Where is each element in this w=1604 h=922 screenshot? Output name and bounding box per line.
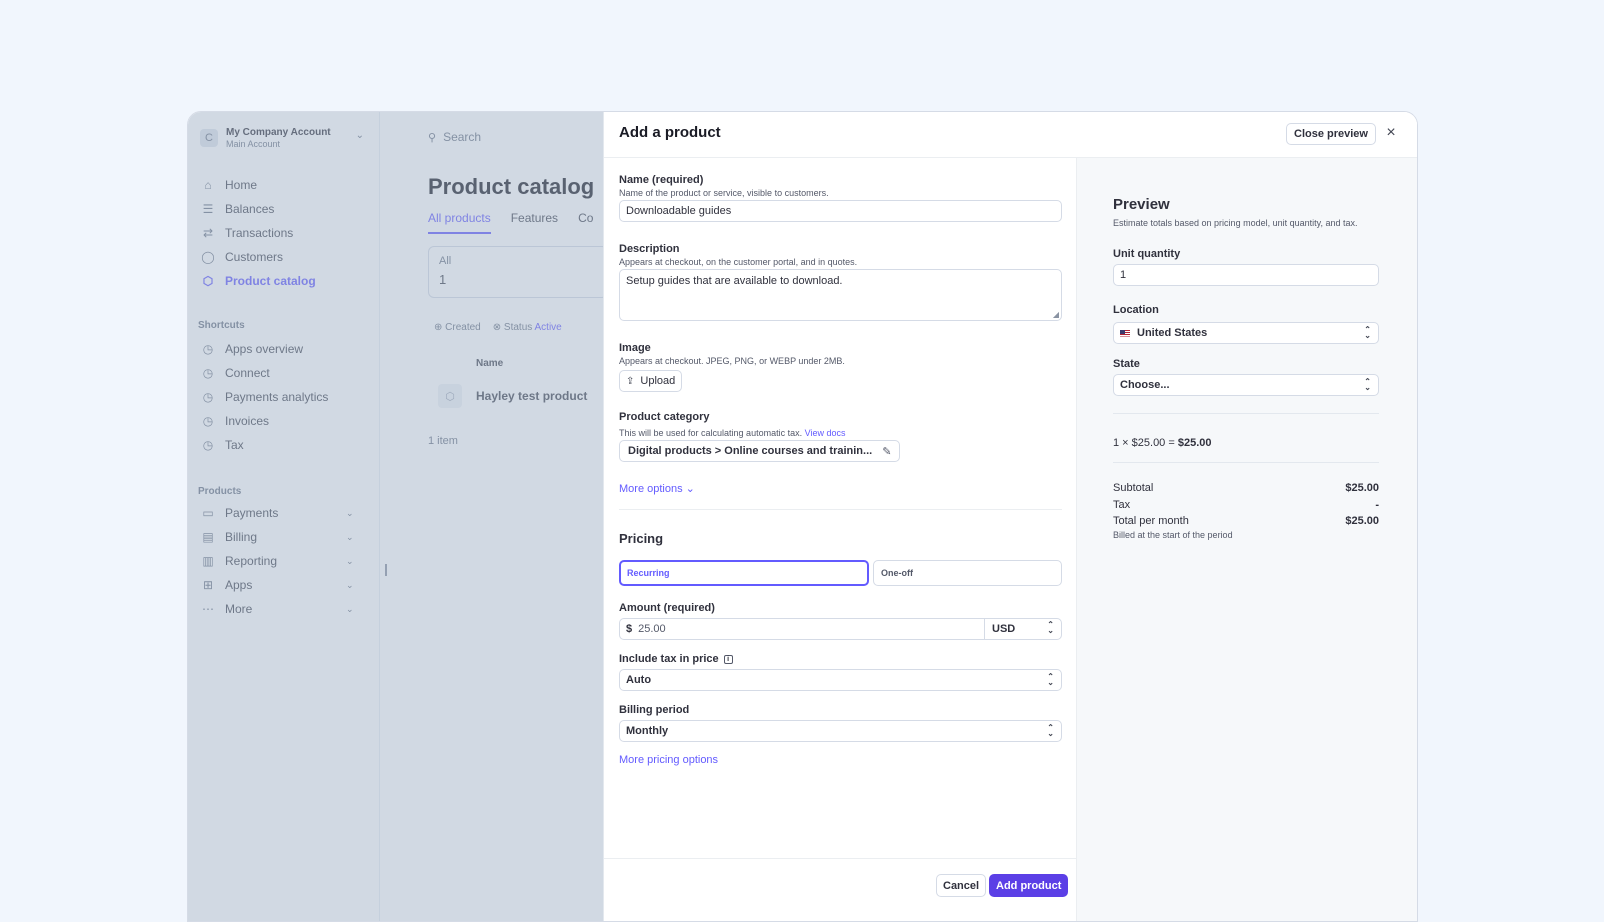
image-label: Image [619, 342, 651, 354]
calculation-text: 1 × $25.00 = [1113, 437, 1175, 449]
tax-row-label: Tax [1113, 499, 1131, 511]
calculation-line: 1 × $25.00 = $25.00 [1113, 437, 1212, 449]
unit-quantity-value: 1 [1120, 269, 1127, 281]
more-options-label: More options [619, 483, 683, 495]
pricing-heading: Pricing [619, 531, 664, 546]
state-value: Choose... [1120, 379, 1170, 391]
preview-panel: Preview Estimate totals based on pricing… [1077, 158, 1417, 921]
location-label: Location [1113, 304, 1159, 316]
select-arrows-icon: ⌃ ⌄ [1047, 672, 1054, 687]
upload-label: Upload [640, 375, 676, 387]
name-label: Name (required) [619, 174, 704, 186]
billing-period-select[interactable]: Monthly ⌃ ⌄ [619, 720, 1062, 742]
amount-field[interactable]: $ 25.00 USD ⌃ ⌄ [619, 618, 1062, 640]
subtotal-label: Subtotal [1113, 482, 1154, 494]
total-value: $25.00 [1345, 515, 1379, 527]
category-hint: This will be used for calculating automa… [619, 428, 845, 438]
select-arrows-icon: ⌃ ⌄ [1047, 620, 1054, 635]
divider [619, 509, 1062, 510]
more-options-link[interactable]: More options ⌄ [619, 482, 695, 495]
location-value: United States [1137, 327, 1208, 339]
unit-quantity-label: Unit quantity [1113, 248, 1181, 260]
preview-title: Preview [1113, 196, 1170, 213]
resize-grip-icon[interactable]: ◢ [1053, 310, 1059, 319]
more-pricing-options-link[interactable]: More pricing options [619, 754, 718, 766]
category-label: Product category [619, 411, 710, 423]
option-label: Recurring [627, 568, 670, 578]
subtotal-row: Subtotal $25.00 [1113, 482, 1379, 494]
state-label: State [1113, 358, 1140, 370]
add-product-modal: Add a product Close preview × Name (requ… [603, 112, 1417, 921]
select-arrows-icon: ⌃ ⌄ [1364, 377, 1371, 392]
product-form: Name (required) Name of the product or s… [604, 158, 1077, 858]
close-preview-button[interactable]: Close preview [1286, 123, 1376, 145]
tax-value: Auto [626, 674, 652, 686]
total-row: Total per month $25.00 [1113, 515, 1379, 527]
modal-title: Add a product [619, 124, 721, 141]
name-value: Downloadable guides [626, 205, 732, 217]
modal-backdrop[interactable] [188, 112, 604, 921]
description-value: Setup guides that are available to downl… [626, 275, 843, 287]
billed-note: Billed at the start of the period [1113, 530, 1233, 540]
chevron-down-icon: ⌄ [685, 483, 695, 495]
total-label: Total per month [1113, 515, 1189, 527]
us-flag-icon [1120, 329, 1130, 337]
option-label: One-off [881, 568, 913, 578]
category-selector[interactable]: Digital products > Online courses and tr… [619, 440, 901, 462]
tax-row: Tax - [1113, 499, 1379, 511]
amount-label: Amount (required) [619, 602, 715, 614]
add-product-button[interactable]: Add product [989, 874, 1069, 897]
recurring-option[interactable]: Recurring [619, 560, 869, 586]
tax-label-text: Include tax in price [619, 653, 719, 665]
billing-period-value: Monthly [626, 725, 669, 737]
name-field[interactable]: Downloadable guides [619, 200, 1062, 222]
info-icon[interactable]: i [723, 654, 733, 664]
currency-symbol: $ [626, 623, 633, 635]
description-field[interactable]: Setup guides that are available to downl… [619, 269, 1062, 321]
select-arrows-icon: ⌃ ⌄ [1364, 325, 1371, 340]
location-select[interactable]: United States ⌃ ⌄ [1113, 322, 1379, 344]
tax-label: Include tax in price i [619, 653, 733, 665]
select-arrows-icon: ⌃ ⌄ [1047, 723, 1054, 738]
upload-icon: ⇪ [626, 375, 635, 387]
view-docs-link[interactable]: View docs [805, 428, 846, 438]
amount-value: 25.00 [638, 623, 666, 635]
category-value: Digital products > Online courses and tr… [628, 445, 873, 457]
currency-select[interactable]: USD ⌃ ⌄ [984, 618, 1061, 640]
image-hint: Appears at checkout. JPEG, PNG, or WEBP … [619, 356, 845, 366]
subtotal-value: $25.00 [1345, 482, 1379, 494]
description-hint: Appears at checkout, on the customer por… [619, 257, 858, 267]
modal-footer: Cancel Add product [604, 858, 1077, 921]
name-hint: Name of the product or service, visible … [619, 188, 829, 198]
preview-subtitle: Estimate totals based on pricing model, … [1113, 218, 1358, 228]
close-icon[interactable]: × [1382, 123, 1400, 143]
upload-button[interactable]: ⇪ Upload [619, 370, 683, 392]
category-hint-text: This will be used for calculating automa… [619, 428, 803, 438]
calculation-total: $25.00 [1177, 437, 1212, 449]
divider [1113, 462, 1379, 463]
modal-header: Add a product Close preview × [604, 112, 1417, 158]
description-label: Description [619, 243, 680, 255]
tax-behavior-select[interactable]: Auto ⌃ ⌄ [619, 669, 1062, 691]
edit-pencil-icon: ✎ [882, 445, 892, 458]
billing-period-label: Billing period [619, 704, 690, 716]
currency-value: USD [992, 623, 1016, 635]
one-off-option[interactable]: One-off [873, 560, 1062, 586]
tax-row-value: - [1375, 499, 1379, 511]
unit-quantity-field[interactable]: 1 [1113, 264, 1379, 286]
cancel-button[interactable]: Cancel [936, 874, 987, 897]
state-select[interactable]: Choose... ⌃ ⌄ [1113, 374, 1379, 396]
app-window: C My Company Account Main Account ⌄ ⌂ Hom… [187, 111, 1418, 922]
divider [1113, 413, 1379, 414]
